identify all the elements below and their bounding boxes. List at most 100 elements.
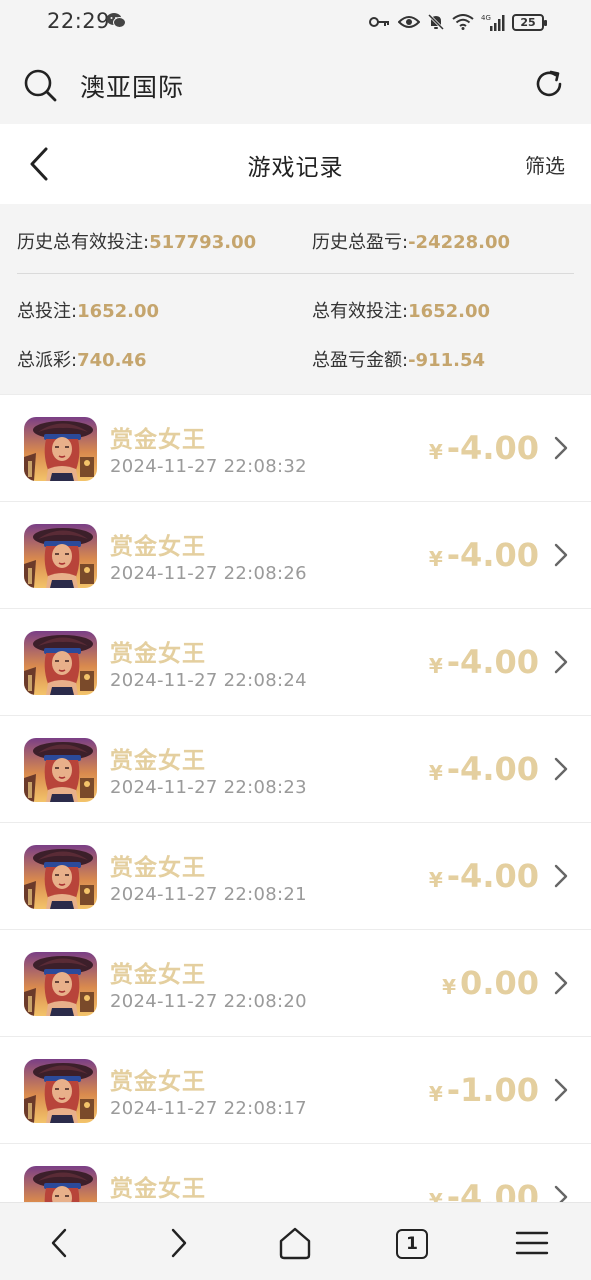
status-time: 22:29 (47, 9, 111, 33)
record-amount: ¥ -4.00 (429, 429, 539, 467)
history-valid-bet-value: 517793.00 (149, 232, 257, 253)
page-header: 游戏记录 筛选 (0, 124, 591, 204)
bell-off-icon (427, 13, 445, 31)
record-amount: ¥0.00 (442, 964, 539, 1002)
history-profit-label: 历史总盈亏: (312, 232, 409, 253)
total-payout-value: 740.46 (77, 350, 147, 371)
total-payout: 总派彩:740.46 (17, 346, 147, 372)
tab-count: 1 (406, 1234, 418, 1254)
record-amount: ¥ -4.00 (429, 750, 539, 788)
amount-value: -4.00 (446, 536, 539, 574)
amount-value: -4.00 (446, 1178, 539, 1202)
forward-nav-icon[interactable] (160, 1225, 196, 1261)
record-row[interactable]: 赏金女王 2024-11-27 22:08:23 ¥ -4.00 (0, 716, 591, 823)
total-profit-label: 总盈亏金额: (312, 350, 409, 371)
currency-symbol: ¥ (442, 975, 457, 999)
battery-icon: 25 (512, 13, 547, 31)
game-name: 赏金女王 (110, 962, 206, 988)
amount-value: -4.00 (446, 857, 539, 895)
record-time: 2024-11-27 22:08:32 (110, 456, 307, 477)
amount-value: 0.00 (460, 964, 539, 1002)
record-row[interactable]: 赏金女王 2024-11-27 22:08:24 ¥ -4.00 (0, 609, 591, 716)
game-thumbnail (24, 1166, 97, 1202)
back-nav-icon[interactable] (42, 1225, 78, 1261)
record-time: 2024-11-27 22:08:24 (110, 670, 307, 691)
battery-level: 25 (520, 15, 536, 29)
game-name: 赏金女王 (110, 1069, 206, 1095)
game-thumbnail (24, 524, 97, 588)
total-payout-label: 总派彩: (17, 350, 78, 371)
record-amount: ¥ -4.00 (429, 643, 539, 681)
menu-icon[interactable] (514, 1225, 550, 1261)
total-profit-value: -911.54 (408, 350, 486, 371)
page-title: 游戏记录 (247, 155, 344, 181)
record-row[interactable]: 赏金女王 2024-11-27 22:08:20 ¥0.00 (0, 930, 591, 1037)
record-row[interactable]: 赏金女王 2024-11-27 22:08:26 ¥ -4.00 (0, 502, 591, 609)
total-bet: 总投注:1652.00 (17, 297, 159, 323)
home-icon[interactable] (277, 1225, 313, 1261)
chevron-right-icon (554, 543, 568, 567)
currency-symbol: ¥ (428, 761, 443, 785)
record-time: 2024-11-27 22:08:20 (110, 991, 307, 1012)
chevron-right-icon (554, 864, 568, 888)
chevron-right-icon (554, 757, 568, 781)
total-bet-label: 总投注: (17, 301, 78, 322)
game-thumbnail (24, 738, 97, 802)
status-icons: 4G 25 (369, 11, 547, 33)
filter-button[interactable]: 筛选 (525, 150, 565, 179)
game-name: 赏金女王 (110, 1176, 206, 1202)
amount-value: -4.00 (446, 750, 539, 788)
chevron-right-icon (554, 1185, 568, 1202)
total-valid-bet-label: 总有效投注: (312, 301, 409, 322)
record-row[interactable]: 赏金女王 2024-11-27 22:08:17 ¥ -1.00 (0, 1037, 591, 1144)
key-icon (369, 17, 389, 27)
currency-symbol: ¥ (428, 440, 443, 464)
browser-bottom-nav: 1 (0, 1202, 591, 1280)
summary-panel: 历史总有效投注:517793.00 历史总盈亏:-24228.00 总投注:16… (0, 204, 591, 378)
record-row[interactable]: 赏金女王 ¥ -4.00 (0, 1144, 591, 1202)
search-icon[interactable] (23, 68, 57, 102)
chevron-right-icon (554, 1078, 568, 1102)
browser-address-bar: 澳亚国际 (0, 46, 591, 124)
currency-symbol: ¥ (428, 1189, 443, 1202)
game-name: 赏金女王 (110, 748, 206, 774)
record-time: 2024-11-27 22:08:26 (110, 563, 307, 584)
history-profit: 历史总盈亏:-24228.00 (312, 228, 510, 254)
total-profit: 总盈亏金额:-911.54 (312, 346, 485, 372)
game-thumbnail (24, 845, 97, 909)
signal-icon: 4G (481, 14, 505, 31)
summary-divider (17, 273, 574, 274)
record-row[interactable]: 赏金女王 2024-11-27 22:08:21 ¥ -4.00 (0, 823, 591, 930)
amount-value: -4.00 (446, 643, 539, 681)
currency-symbol: ¥ (428, 1082, 443, 1106)
history-profit-value: -24228.00 (408, 232, 511, 253)
chevron-right-icon (554, 971, 568, 995)
currency-symbol: ¥ (428, 654, 443, 678)
game-thumbnail (24, 417, 97, 481)
game-name: 赏金女王 (110, 855, 206, 881)
history-valid-bet: 历史总有效投注:517793.00 (17, 228, 256, 254)
game-thumbnail (24, 1059, 97, 1123)
chevron-right-icon (554, 650, 568, 674)
chevron-right-icon (554, 436, 568, 460)
record-amount: ¥ -4.00 (429, 536, 539, 574)
game-name: 赏金女王 (110, 641, 206, 667)
record-time: 2024-11-27 22:08:21 (110, 884, 307, 905)
currency-symbol: ¥ (428, 547, 443, 571)
browser-url-title[interactable]: 澳亚国际 (80, 68, 184, 104)
record-row[interactable]: 赏金女王 2024-11-27 22:08:32 ¥ -4.00 (0, 395, 591, 502)
wifi-icon (452, 14, 474, 30)
total-valid-bet: 总有效投注:1652.00 (312, 297, 490, 323)
eye-icon (398, 16, 420, 28)
amount-value: -1.00 (446, 1071, 539, 1109)
reload-icon[interactable] (533, 68, 565, 100)
tabs-icon[interactable]: 1 (396, 1229, 428, 1259)
total-bet-value: 1652.00 (77, 301, 160, 322)
game-thumbnail (24, 952, 97, 1016)
record-time: 2024-11-27 22:08:23 (110, 777, 307, 798)
record-amount: ¥ -1.00 (429, 1071, 539, 1109)
record-amount: ¥ -4.00 (429, 1178, 539, 1202)
game-name: 赏金女王 (110, 534, 206, 560)
record-amount: ¥ -4.00 (429, 857, 539, 895)
game-record-list[interactable]: 赏金女王 2024-11-27 22:08:32 ¥ -4.00 赏金女王 202… (0, 394, 591, 1202)
